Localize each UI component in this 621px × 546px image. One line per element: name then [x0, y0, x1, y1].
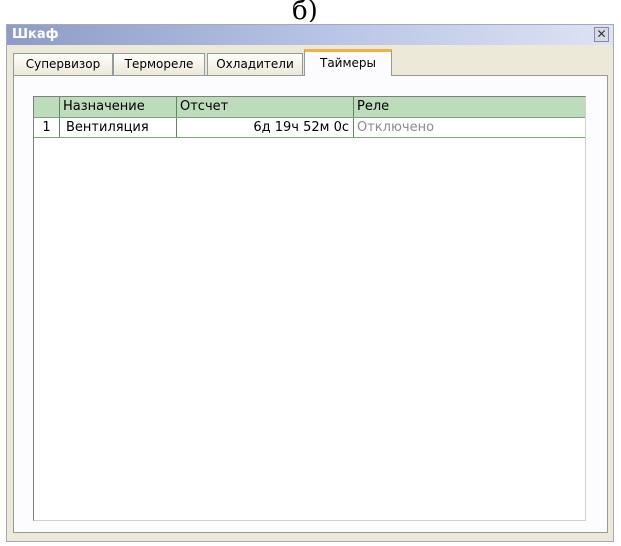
row-countdown: 6д 19ч 52м 0с [176, 118, 353, 137]
close-icon: ✕ [596, 27, 607, 41]
tab-supervisor[interactable]: Супервизор [13, 53, 113, 75]
column-header-countdown[interactable]: Отсчет [176, 97, 353, 117]
table-row[interactable]: 1 Вентиляция 6д 19ч 52м 0с Отключено [34, 118, 585, 138]
dialog-window: Шкаф ✕ Супервизор Термореле Охладители Т… [6, 24, 614, 542]
tab-label: Таймеры [319, 56, 376, 70]
row-purpose: Вентиляция [59, 118, 176, 137]
tab-label: Супервизор [25, 57, 101, 71]
tab-coolers[interactable]: Охладители [207, 53, 303, 75]
close-button[interactable]: ✕ [594, 27, 609, 42]
caption-fragment: б) [292, 0, 332, 22]
row-index: 1 [42, 120, 51, 135]
tab-page-timers: Назначение Отсчет Реле 1 Вентиляция 6д 1… [13, 75, 608, 533]
column-header-index[interactable] [34, 97, 59, 117]
title-bar[interactable]: Шкаф ✕ [7, 25, 613, 45]
row-relay-status: Отключено [353, 118, 585, 137]
window-title: Шкаф [12, 27, 59, 42]
column-header-purpose[interactable]: Назначение [59, 97, 176, 117]
column-header-relay[interactable]: Реле [353, 97, 585, 117]
caption-fragment-text: б) [292, 0, 318, 22]
tab-strip: Супервизор Термореле Охладители Таймеры [13, 49, 607, 76]
tab-timers[interactable]: Таймеры [304, 49, 392, 76]
tab-label: Охладители [216, 57, 294, 71]
tab-label: Термореле [124, 57, 194, 71]
timers-table[interactable]: Назначение Отсчет Реле 1 Вентиляция 6д 1… [33, 96, 586, 521]
table-header: Назначение Отсчет Реле [34, 97, 585, 118]
tab-thermorelay[interactable]: Термореле [113, 53, 205, 75]
